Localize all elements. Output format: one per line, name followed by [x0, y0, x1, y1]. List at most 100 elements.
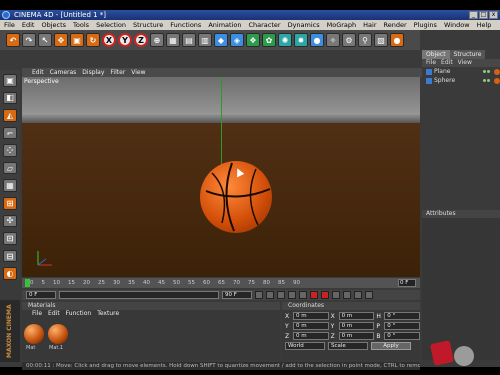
paint-icon[interactable]: ◐ — [3, 267, 17, 280]
redo-icon[interactable]: ↷ — [22, 33, 36, 47]
hypernurbs-icon[interactable]: ✿ — [262, 33, 276, 47]
materials-menu-edit[interactable]: Edit — [48, 310, 60, 318]
materials-menu-function[interactable]: Function — [66, 310, 92, 318]
rotation-p-field[interactable]: 0 ° — [384, 322, 421, 330]
render-picture-viewer-icon[interactable]: ▤ — [182, 33, 196, 47]
tab-structure[interactable]: Structure — [449, 50, 486, 59]
rotation-key-icon[interactable] — [365, 291, 373, 299]
object-name[interactable]: Sphere — [434, 77, 455, 84]
menu-mograph[interactable]: MoGraph — [327, 20, 357, 30]
size-y-field[interactable]: 0 m — [338, 322, 375, 330]
edges-tool-icon[interactable]: ▱ — [3, 161, 17, 175]
model-tool-icon[interactable]: ◧ — [3, 91, 17, 105]
end-frame-field[interactable]: 90 F — [222, 291, 252, 299]
camera-icon[interactable]: ● — [310, 33, 324, 47]
rotate-icon[interactable]: ↻ — [86, 33, 100, 47]
make-editable-icon[interactable]: ▣ — [3, 74, 17, 87]
menu-render[interactable]: Render — [384, 20, 407, 30]
menu-character[interactable]: Character — [248, 20, 280, 30]
viewport-menu-filter[interactable]: Filter — [110, 68, 125, 77]
menu-hair[interactable]: Hair — [363, 20, 376, 30]
go-to-start-icon[interactable] — [255, 291, 263, 299]
object-name[interactable]: Plane — [434, 68, 450, 75]
menu-structure[interactable]: Structure — [133, 20, 163, 30]
points-tool-icon[interactable]: ⁘ — [3, 144, 17, 157]
move-icon[interactable]: ✥ — [54, 33, 68, 47]
material-tag-icon[interactable] — [494, 77, 500, 84]
materials-menu-texture[interactable]: Texture — [97, 310, 119, 318]
cube-icon[interactable]: ◆ — [214, 33, 228, 47]
position-y-field[interactable]: 0 m — [292, 322, 329, 330]
menu-file[interactable]: File — [4, 20, 15, 30]
viewport-menu-edit[interactable]: Edit — [32, 68, 44, 77]
current-frame-field[interactable]: 0 F — [398, 279, 416, 287]
layout-icon[interactable]: ▧ — [374, 33, 388, 47]
menu-help[interactable]: Help — [477, 20, 492, 30]
tab-object[interactable]: Object — [422, 50, 450, 59]
live-select-icon[interactable]: ↖ — [38, 33, 52, 47]
polygons-tool-icon[interactable]: ▦ — [3, 179, 17, 193]
next-frame-icon[interactable] — [288, 291, 296, 299]
keyframe-selection-icon[interactable] — [332, 291, 340, 299]
menu-selection[interactable]: Selection — [96, 20, 126, 30]
snap-icon[interactable]: ⊡ — [3, 232, 17, 245]
object-row-sphere[interactable]: Sphere — [422, 76, 500, 85]
material-tag-icon[interactable] — [494, 68, 500, 75]
record-icon[interactable]: ● — [390, 33, 404, 47]
maximize-button[interactable]: □ — [479, 11, 488, 19]
scale-key-icon[interactable] — [354, 291, 362, 299]
texture-tool-icon[interactable]: ⌐ — [3, 126, 17, 140]
start-frame-field[interactable]: 0 F — [26, 291, 56, 299]
object-row-plane[interactable]: Plane — [422, 67, 500, 76]
object-menu-file[interactable]: File — [426, 59, 436, 67]
nurbs-icon[interactable]: ◈ — [230, 33, 244, 47]
axis-tool-icon[interactable]: ⊞ — [3, 197, 17, 210]
workplane-icon[interactable]: ⊟ — [3, 249, 17, 263]
light-icon[interactable]: ✧ — [326, 33, 340, 47]
object-menu-view[interactable]: View — [458, 59, 472, 67]
tweak-tool-icon[interactable]: ✣ — [3, 214, 17, 228]
menu-tools[interactable]: Tools — [73, 20, 89, 30]
coordinate-system-icon[interactable]: ⊕ — [150, 33, 164, 47]
menu-window[interactable]: Window — [444, 20, 470, 30]
menu-dynamics[interactable]: Dynamics — [288, 20, 320, 30]
menu-plugins[interactable]: Plugins — [414, 20, 437, 30]
position-x-field[interactable]: 0 m — [292, 312, 329, 320]
y-axis-button[interactable]: Y — [118, 33, 132, 47]
rotation-h-field[interactable]: 0 ° — [384, 312, 421, 320]
z-axis-button[interactable]: Z — [134, 33, 148, 47]
undo-icon[interactable]: ↶ — [6, 33, 20, 47]
play-icon[interactable] — [277, 291, 285, 299]
record-keyframe-icon[interactable] — [310, 291, 318, 299]
object-menu-edit[interactable]: Edit — [441, 59, 453, 67]
materials-menu-file[interactable]: File — [32, 310, 42, 318]
coordinate-mode-select[interactable]: World — [285, 342, 325, 350]
preview-range-slider[interactable] — [59, 291, 219, 299]
visibility-dots[interactable] — [483, 79, 492, 82]
render-settings-icon[interactable]: ▥ — [198, 33, 212, 47]
close-button[interactable]: x — [489, 11, 498, 19]
x-axis-button[interactable]: X — [102, 33, 116, 47]
rotation-b-field[interactable]: 0 ° — [384, 332, 421, 340]
scale-icon[interactable]: ▣ — [70, 33, 84, 47]
visibility-dots[interactable] — [483, 70, 492, 73]
menu-functions[interactable]: Functions — [170, 20, 201, 30]
viewport-menu-cameras[interactable]: Cameras — [50, 68, 77, 77]
position-key-icon[interactable] — [343, 291, 351, 299]
magnify-icon[interactable]: ⚲ — [358, 33, 372, 47]
material-swatch[interactable] — [48, 324, 68, 344]
apply-button[interactable]: Apply — [371, 342, 411, 350]
menu-animation[interactable]: Animation — [208, 20, 241, 30]
timeline-ruler[interactable]: 0 5 10 15 20 25 30 35 40 45 50 55 60 65 … — [22, 278, 420, 288]
render-view-icon[interactable]: ▦ — [166, 33, 180, 47]
viewport-menu-display[interactable]: Display — [82, 68, 104, 77]
material-swatch[interactable] — [24, 324, 44, 344]
timeline-playhead[interactable] — [25, 279, 30, 287]
size-x-field[interactable]: 0 m — [338, 312, 375, 320]
viewport-menu-view[interactable]: View — [131, 68, 145, 77]
array-icon[interactable]: ❖ — [246, 33, 260, 47]
menu-edit[interactable]: Edit — [22, 20, 35, 30]
perspective-viewport[interactable]: Perspective — [22, 77, 420, 277]
menu-objects[interactable]: Objects — [41, 20, 66, 30]
scene-icon[interactable]: ⚙ — [342, 33, 356, 47]
